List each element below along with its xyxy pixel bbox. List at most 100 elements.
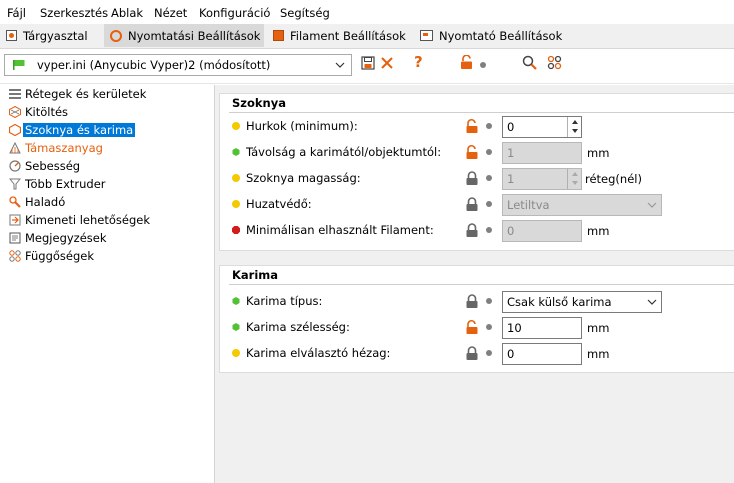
tab-print-settings[interactable]: Nyomtatási Beállítások [104, 24, 264, 47]
layers-icon [9, 88, 21, 100]
sidebar-item-support-material[interactable]: Támaszanyag [2, 139, 214, 157]
setting-row-min-skirt-filament: Minimálisan elhasznált Filament: 0 mm [220, 219, 734, 242]
tab-printer-settings[interactable]: Nyomtató Beállítások [414, 24, 566, 47]
group-title-skirt: Szoknya [232, 96, 286, 110]
unit-label: réteg(nél) [585, 172, 642, 186]
sidebar-item-label: Kitöltés [25, 105, 69, 119]
lock-closed-icon[interactable] [464, 293, 480, 309]
preset-dropdown[interactable]: vyper.ini (Anycubic Vyper)2 (módosított) [4, 54, 352, 76]
divider [229, 112, 734, 113]
min-skirt-filament-input[interactable]: 0 [502, 220, 582, 242]
unit-label: mm [587, 146, 610, 160]
menu-window[interactable]: Ablak [111, 6, 143, 20]
skirt-height-input[interactable]: 1 [502, 168, 582, 190]
setting-label: Hurkok (minimum): [246, 119, 358, 133]
sidebar-item-skirt-and-brim[interactable]: Szoknya és karima [2, 121, 214, 139]
infill-icon [9, 106, 21, 118]
menu-configuration[interactable]: Konfiguráció [199, 6, 270, 20]
group-title-brim: Karima [232, 268, 279, 282]
setting-label: Karima elválasztó hézag: [246, 346, 391, 360]
sidebar-item-label: Támaszanyag [25, 141, 103, 155]
save-icon[interactable] [361, 56, 375, 70]
sidebar-item-label: Szoknya és karima [23, 123, 136, 137]
tab-filament-settings[interactable]: Filament Beállítások [267, 24, 410, 47]
sidebar-item-label: Sebesség [25, 159, 81, 173]
spin-up-icon[interactable] [568, 117, 581, 126]
unit-label: mm [587, 224, 610, 238]
status-dot-icon [232, 174, 240, 182]
field-value: 0 [507, 120, 515, 134]
spin-up-icon[interactable] [568, 169, 581, 178]
sidebar-item-label: Haladó [25, 195, 66, 209]
status-dot-icon [232, 349, 240, 357]
system-value-dot-icon [486, 350, 492, 356]
lock-open-icon[interactable] [464, 118, 480, 134]
lock-open-icon[interactable] [464, 144, 480, 160]
unit-label: mm [587, 321, 610, 335]
menu-view[interactable]: Nézet [154, 6, 187, 20]
sidebar-item-speed[interactable]: Sebesség [2, 157, 214, 175]
output-icon [9, 214, 21, 226]
lock-open-icon[interactable] [460, 55, 473, 70]
setting-row-skirt-distance: Távolság a karimától/objektumtól: 1 mm [220, 141, 734, 164]
help-icon[interactable]: ? [414, 53, 423, 71]
status-dot-icon [232, 148, 240, 156]
sidebar-item-output-options[interactable]: Kimeneti lehetőségek [2, 211, 214, 229]
skirt-group: Szoknya Hurkok (minimum): 0 Távolság a k… [219, 93, 734, 251]
preset-value: vyper.ini (Anycubic Vyper)2 (módosított) [37, 58, 271, 72]
status-dot-icon [232, 122, 240, 130]
spin-buttons[interactable] [567, 117, 581, 137]
system-value-dot-icon [486, 149, 492, 155]
field-value: 10 [507, 321, 522, 335]
brim-width-input[interactable]: 10 [502, 317, 582, 339]
spin-down-icon[interactable] [568, 178, 581, 187]
menu-help[interactable]: Segítség [280, 6, 330, 20]
sidebar-item-label: Több Extruder [25, 177, 106, 191]
brim-separation-input[interactable]: 0 [502, 343, 582, 365]
draft-shield-select[interactable]: Letiltva [502, 194, 662, 216]
lock-closed-icon[interactable] [464, 196, 480, 212]
spin-down-icon[interactable] [568, 126, 581, 135]
sidebar-item-layers-and-perimeters[interactable]: Rétegek és kerületek [2, 85, 214, 103]
tab-plater[interactable]: Tárgyasztal [0, 24, 99, 47]
system-value-dot-icon [486, 227, 492, 233]
sidebar-item-infill[interactable]: Kitöltés [2, 103, 214, 121]
setting-label: Huzatvédő: [246, 197, 312, 211]
setting-label: Távolság a karimától/objektumtól: [246, 145, 442, 159]
field-value: 0 [507, 347, 515, 361]
spin-buttons[interactable] [567, 169, 581, 189]
search-icon[interactable] [522, 55, 537, 70]
brim-type-select[interactable]: Csak külső karima [502, 291, 662, 313]
sidebar-item-advanced[interactable]: Haladó [2, 193, 214, 211]
field-value: 1 [507, 172, 515, 186]
lock-closed-icon[interactable] [464, 170, 480, 186]
skirt-distance-input[interactable]: 1 [502, 142, 582, 164]
menu-bar: Fájl Szerkesztés Ablak Nézet Konfiguráci… [0, 0, 734, 24]
status-dot-icon [232, 226, 240, 234]
setting-label: Karima szélesség: [246, 320, 350, 334]
sidebar-item-multiple-extruders[interactable]: Több Extruder [2, 175, 214, 193]
delete-icon[interactable] [380, 56, 394, 70]
menu-edit[interactable]: Szerkesztés [40, 6, 108, 20]
skirt-loops-input[interactable]: 0 [502, 116, 582, 138]
lock-closed-icon[interactable] [464, 345, 480, 361]
tab-label: Tárgyasztal [23, 28, 88, 43]
setting-row-brim-separation: Karima elválasztó hézag: 0 mm [220, 342, 734, 365]
lock-closed-icon[interactable] [464, 222, 480, 238]
preset-toolbar: vyper.ini (Anycubic Vyper)2 (módosított)… [0, 49, 734, 84]
tab-bar: Tárgyasztal Nyomtatási Beállítások Filam… [0, 24, 734, 49]
sidebar-item-label: Rétegek és kerületek [25, 87, 147, 101]
menu-file[interactable]: Fájl [7, 6, 26, 20]
filament-icon [273, 30, 284, 41]
setting-label: Minimálisan elhasznált Filament: [246, 223, 434, 237]
compare-presets-icon[interactable] [547, 55, 562, 70]
lock-open-icon[interactable] [464, 319, 480, 335]
system-value-dot-icon [486, 175, 492, 181]
sidebar-item-notes[interactable]: Megjegyzések [2, 229, 214, 247]
setting-label: Szoknya magasság: [246, 171, 361, 185]
sidebar-item-label: Kimeneti lehetőségek [25, 213, 151, 227]
tab-label: Nyomtatási Beállítások [128, 28, 261, 43]
sidebar-item-dependencies[interactable]: Függőségek [2, 247, 214, 265]
setting-row-skirt-loops: Hurkok (minimum): 0 [220, 115, 734, 138]
field-value: Csak külső karima [507, 295, 612, 309]
